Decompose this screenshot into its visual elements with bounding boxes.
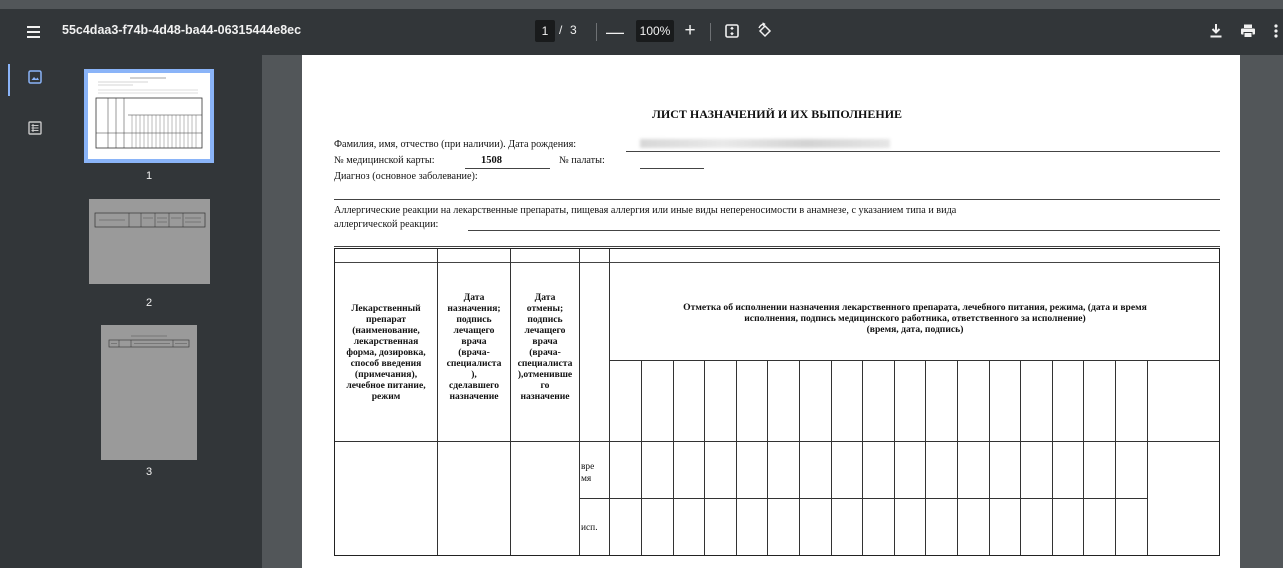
pdf-viewer: 55c4daa3-f74b-4d48-ba44-06315444e8ec 1 /… (0, 0, 1283, 568)
table-divider (579, 249, 580, 555)
page-thumbnail-3[interactable] (101, 325, 197, 460)
mark-column-divider (1083, 360, 1084, 555)
card-number-label: № медицинской карты: (334, 155, 435, 166)
viewer-toolbar: 55c4daa3-f74b-4d48-ba44-06315444e8ec 1 /… (0, 9, 1283, 55)
scroll-area (1240, 55, 1283, 568)
mark-column-divider (704, 360, 705, 555)
mark-column-divider (957, 360, 958, 555)
thumbnails-view-icon[interactable] (28, 70, 42, 84)
prescription-table: Лекарственный препарат (наименование, лекар… (334, 248, 1220, 556)
download-icon[interactable] (1206, 21, 1226, 41)
name-underline (626, 151, 1220, 152)
fit-page-icon[interactable] (722, 21, 742, 41)
toolbar-divider (596, 23, 597, 41)
diagnosis-line (334, 199, 1220, 200)
table-divider (579, 498, 1147, 499)
mark-column-divider (799, 360, 800, 555)
zoom-level-input[interactable]: 100% (636, 20, 674, 42)
mark-column-divider (831, 360, 832, 555)
ward-underline (640, 168, 704, 169)
menu-icon[interactable] (24, 22, 44, 42)
rotate-icon[interactable] (754, 20, 776, 42)
card-number-value: 1508 (481, 155, 502, 166)
mark-column-divider (1052, 360, 1053, 555)
mark-column-divider (989, 360, 990, 555)
patient-name-label: Фамилия, имя, отчество (при наличии). Да… (334, 139, 577, 150)
active-view-indicator (8, 64, 10, 96)
print-icon[interactable] (1238, 21, 1258, 41)
page-separator: / (559, 23, 563, 37)
redacted-patient-name (640, 139, 890, 148)
allergy-underline (468, 230, 1220, 231)
executor-row-label: исп. (581, 523, 598, 533)
table-divider (609, 360, 1219, 361)
mark-column-divider (894, 360, 895, 555)
mark-column-divider (1020, 360, 1021, 555)
sidebar-rail (0, 55, 16, 568)
allergy-label-line2: аллергической реакции: (334, 219, 439, 230)
outline-view-icon[interactable] (28, 121, 42, 135)
document-title: 55c4daa3-f74b-4d48-ba44-06315444e8ec (62, 23, 302, 37)
table-divider (609, 249, 610, 555)
ward-number-label: № палаты: (559, 155, 605, 166)
thumbnail-label-1: 1 (145, 170, 153, 182)
table-divider (335, 441, 1219, 442)
document-page: ЛИСТ НАЗНАЧЕНИЙ И ИХ ВЫПОЛНЕНИЕ Фамилия,… (302, 55, 1240, 568)
mark-column-divider (1115, 360, 1116, 555)
diagnosis-label: Диагноз (основное заболевание): (334, 171, 478, 182)
thumbnail-label-3: 3 (145, 466, 153, 478)
card-underline (465, 168, 550, 169)
allergy-line (334, 246, 1220, 247)
zoom-out-button[interactable]: — (605, 22, 625, 42)
mark-column-divider (925, 360, 926, 555)
drug-column-header: Лекарственный препарат (наименование, лекар… (346, 303, 426, 402)
time-row-label: вре мя (581, 462, 595, 484)
mark-column-divider (1147, 360, 1148, 555)
mark-column-divider (641, 360, 642, 555)
allergy-label-line1: Аллергические реакции на лекарственные п… (334, 205, 957, 216)
form-title: ЛИСТ НАЗНАЧЕНИЙ И ИХ ВЫПОЛНЕНИЕ (651, 107, 903, 121)
mark-column-divider (673, 360, 674, 555)
page-number-input[interactable]: 1 (535, 20, 555, 42)
page-thumbnail-2[interactable] (89, 199, 210, 284)
thumbnail-label-2: 2 (145, 297, 153, 309)
zoom-in-button[interactable]: + (680, 20, 700, 41)
page-total: 3 (570, 23, 577, 37)
page-thumbnail-1[interactable] (84, 69, 214, 163)
more-options-icon[interactable] (1270, 21, 1282, 41)
toolbar-divider (710, 23, 711, 41)
mark-column-divider (862, 360, 863, 555)
cancellation-date-header: Дата отмены; подпись лечащего врача (врача-сп… (517, 292, 573, 402)
execution-marks-header: Отметка об исполнении назначения лекарст… (683, 302, 1147, 335)
mark-column-divider (736, 360, 737, 555)
prescription-date-header: Дата назначения; подпись лечащего врача (врач… (446, 292, 502, 402)
mark-column-divider (767, 360, 768, 555)
